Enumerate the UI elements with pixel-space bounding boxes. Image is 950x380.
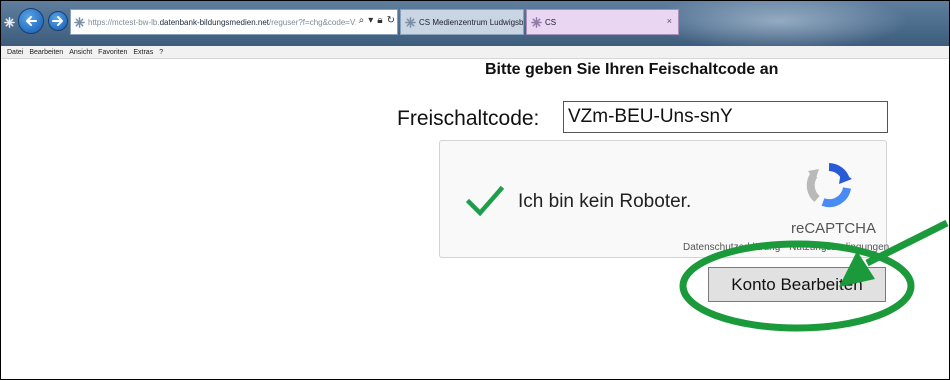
tab-cs[interactable]: CS × <box>526 9 679 35</box>
tab-medienzentrum[interactable]: CS Medienzentrum Ludwigsbu... <box>400 9 524 35</box>
back-button[interactable] <box>18 8 44 34</box>
forward-arrow-icon <box>52 16 63 26</box>
site-favicon-icon <box>74 16 85 28</box>
lock-icon: 🔒︎ <box>377 15 383 26</box>
forward-button[interactable] <box>48 11 68 31</box>
tab-label: CS <box>545 17 557 27</box>
url-prefix: https://mctest-bw-lb. <box>88 17 160 27</box>
titlebar-glow <box>649 1 909 51</box>
browser-titlebar: https://mctest-bw-lb. datenbank-bildungsm… <box>1 1 949 51</box>
menu-bearbeiten[interactable]: Bearbeiten <box>29 49 63 56</box>
recaptcha-links[interactable]: Datenschutzerklärung - Nutzungsbedingung… <box>683 242 889 253</box>
menu-help[interactable]: ? <box>159 49 163 56</box>
tab-favicon-icon <box>405 16 416 28</box>
page-favicon <box>4 15 18 33</box>
checkmark-icon[interactable] <box>466 185 504 217</box>
url-host: datenbank-bildungsmedien.net <box>159 17 269 27</box>
back-arrow-icon <box>26 16 37 26</box>
captcha-label: Ich bin kein Roboter. <box>518 191 692 212</box>
close-tab-icon[interactable]: × <box>667 16 672 26</box>
tab-favicon-icon <box>531 16 542 28</box>
page-title: Bitte geben Sie Ihren Feischaltcode an <box>485 61 779 78</box>
address-bar[interactable]: https://mctest-bw-lb. datenbank-bildungsm… <box>70 9 398 35</box>
menu-bar: Datei Bearbeiten Ansicht Favoriten Extra… <box>1 46 949 59</box>
url-path: /reguser?f=chg&code=V2 <box>269 17 360 27</box>
tab-label: CS Medienzentrum Ludwigsbu... <box>419 17 524 27</box>
konto-bearbeiten-button[interactable]: Konto Bearbeiten <box>708 267 886 302</box>
dropdown-icon[interactable]: ▾ <box>368 15 373 26</box>
code-input[interactable] <box>563 101 888 133</box>
code-label: Freischaltcode: <box>397 107 540 130</box>
address-icons: ⌕ ▾ 🔒︎ ↻ <box>355 15 395 26</box>
menu-datei[interactable]: Datei <box>7 49 23 56</box>
menu-extras[interactable]: Extras <box>133 49 153 56</box>
recaptcha-logo-icon <box>806 163 852 208</box>
recaptcha-widget: Ich bin kein Roboter. reCAPTCHA Datensch… <box>439 140 889 258</box>
menu-favoriten[interactable]: Favoriten <box>98 49 127 56</box>
menu-ansicht[interactable]: Ansicht <box>69 49 92 56</box>
screenshot-frame: https://mctest-bw-lb. datenbank-bildungsm… <box>0 0 950 380</box>
recaptcha-brand: reCAPTCHA <box>791 220 877 237</box>
refresh-icon[interactable]: ↻ <box>387 15 395 26</box>
search-icon[interactable]: ⌕ <box>359 15 365 26</box>
